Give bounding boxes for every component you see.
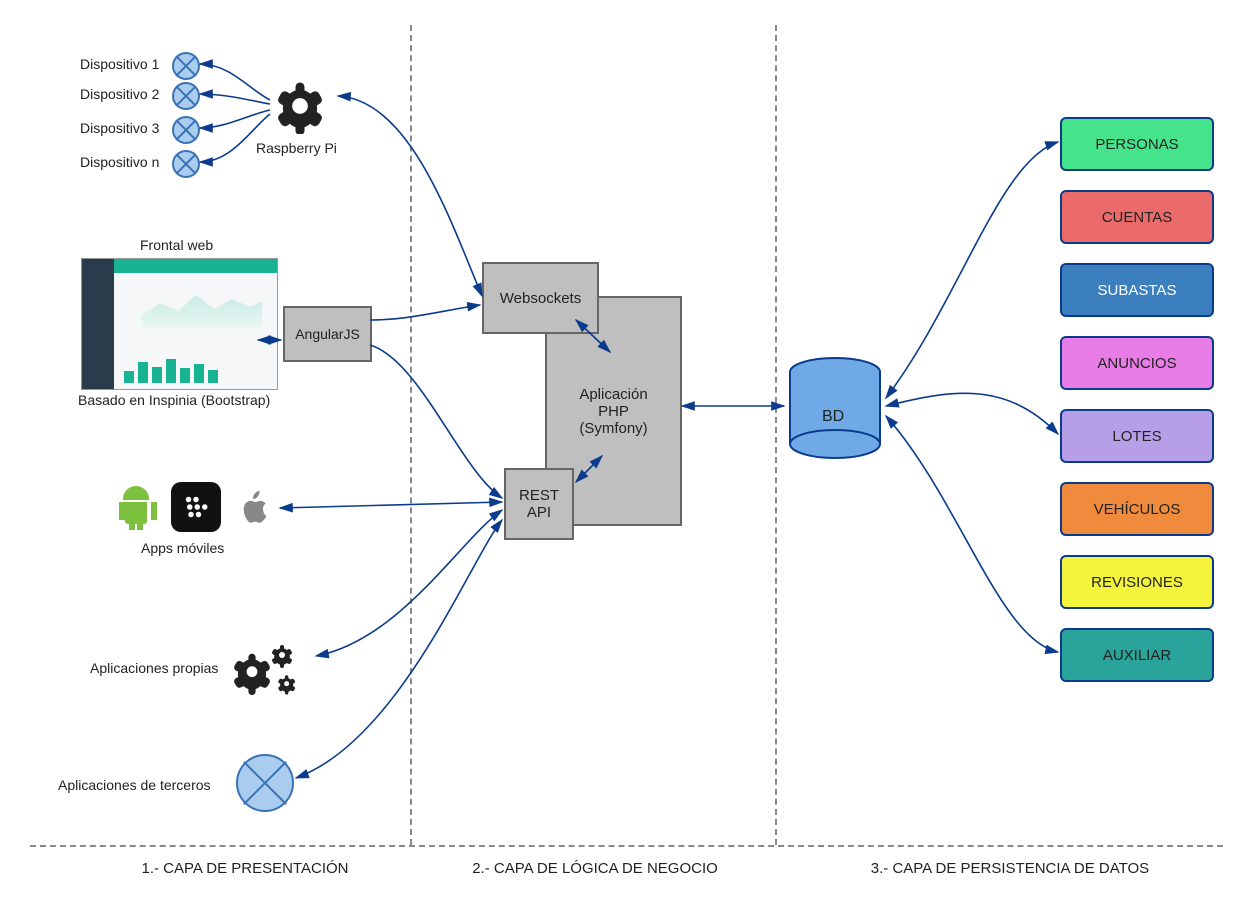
table-subastas-label: SUBASTAS bbox=[1098, 282, 1177, 299]
table-auxiliar: AUXILIAR bbox=[1060, 628, 1214, 682]
table-lotes: LOTES bbox=[1060, 409, 1214, 463]
apps-moviles-label: Apps móviles bbox=[141, 540, 224, 556]
caption-logic: 2.- CAPA DE LÓGICA DE NEGOCIO bbox=[430, 860, 760, 877]
caption-persistence: 3.- CAPA DE PERSISTENCIA DE DATOS bbox=[800, 860, 1220, 877]
table-cuentas-label: CUENTAS bbox=[1102, 209, 1173, 226]
gears-icon bbox=[232, 630, 312, 700]
device-1-label: Dispositivo 1 bbox=[80, 56, 159, 72]
aplicaciones-terceros-label: Aplicaciones de terceros bbox=[58, 777, 211, 793]
bd-label: BD bbox=[822, 408, 844, 426]
table-anuncios-label: ANUNCIOS bbox=[1097, 355, 1176, 372]
caption-presentation: 1.- CAPA DE PRESENTACIÓN bbox=[95, 860, 395, 877]
device-n-label: Dispositivo n bbox=[80, 154, 159, 170]
angularjs-box: AngularJS bbox=[283, 306, 372, 362]
rest-api-box: REST API bbox=[504, 468, 574, 540]
blackberry-icon bbox=[171, 482, 221, 532]
table-anuncios: ANUNCIOS bbox=[1060, 336, 1214, 390]
architecture-diagram: 1.- CAPA DE PRESENTACIÓN 2.- CAPA DE LÓG… bbox=[0, 0, 1253, 905]
table-subastas: SUBASTAS bbox=[1060, 263, 1214, 317]
aplicaciones-propias-label: Aplicaciones propias bbox=[90, 660, 218, 676]
websockets-label: Websockets bbox=[500, 290, 581, 307]
mobile-app-icons bbox=[111, 482, 281, 532]
android-icon bbox=[111, 482, 161, 532]
third-party-icon bbox=[236, 754, 294, 812]
table-auxiliar-label: AUXILIAR bbox=[1103, 647, 1171, 664]
table-revisiones: REVISIONES bbox=[1060, 555, 1214, 609]
gear-icon bbox=[272, 78, 328, 134]
raspberry-label: Raspberry Pi bbox=[256, 140, 337, 156]
table-lotes-label: LOTES bbox=[1112, 428, 1161, 445]
table-vehiculos: VEHÍCULOS bbox=[1060, 482, 1214, 536]
app-php-label: Aplicación PHP (Symfony) bbox=[579, 386, 647, 437]
divider-1 bbox=[410, 25, 412, 845]
table-vehiculos-label: VEHÍCULOS bbox=[1094, 501, 1181, 518]
divider-bottom bbox=[30, 845, 1223, 847]
device-3-icon bbox=[172, 116, 200, 144]
device-n-icon bbox=[172, 150, 200, 178]
device-2-icon bbox=[172, 82, 200, 110]
angularjs-label: AngularJS bbox=[295, 326, 360, 342]
device-2-label: Dispositivo 2 bbox=[80, 86, 159, 102]
device-3-label: Dispositivo 3 bbox=[80, 120, 159, 136]
divider-2 bbox=[775, 25, 777, 845]
apple-icon bbox=[231, 482, 281, 532]
frontal-web-label: Frontal web bbox=[140, 237, 213, 253]
table-cuentas: CUENTAS bbox=[1060, 190, 1214, 244]
table-personas-label: PERSONAS bbox=[1095, 136, 1178, 153]
rest-api-label: REST API bbox=[519, 487, 559, 521]
device-1-icon bbox=[172, 52, 200, 80]
table-personas: PERSONAS bbox=[1060, 117, 1214, 171]
websockets-box: Websockets bbox=[482, 262, 599, 334]
dashboard-thumbnail bbox=[81, 258, 278, 390]
table-revisiones-label: REVISIONES bbox=[1091, 574, 1183, 591]
inspinia-label: Basado en Inspinia (Bootstrap) bbox=[78, 392, 270, 408]
